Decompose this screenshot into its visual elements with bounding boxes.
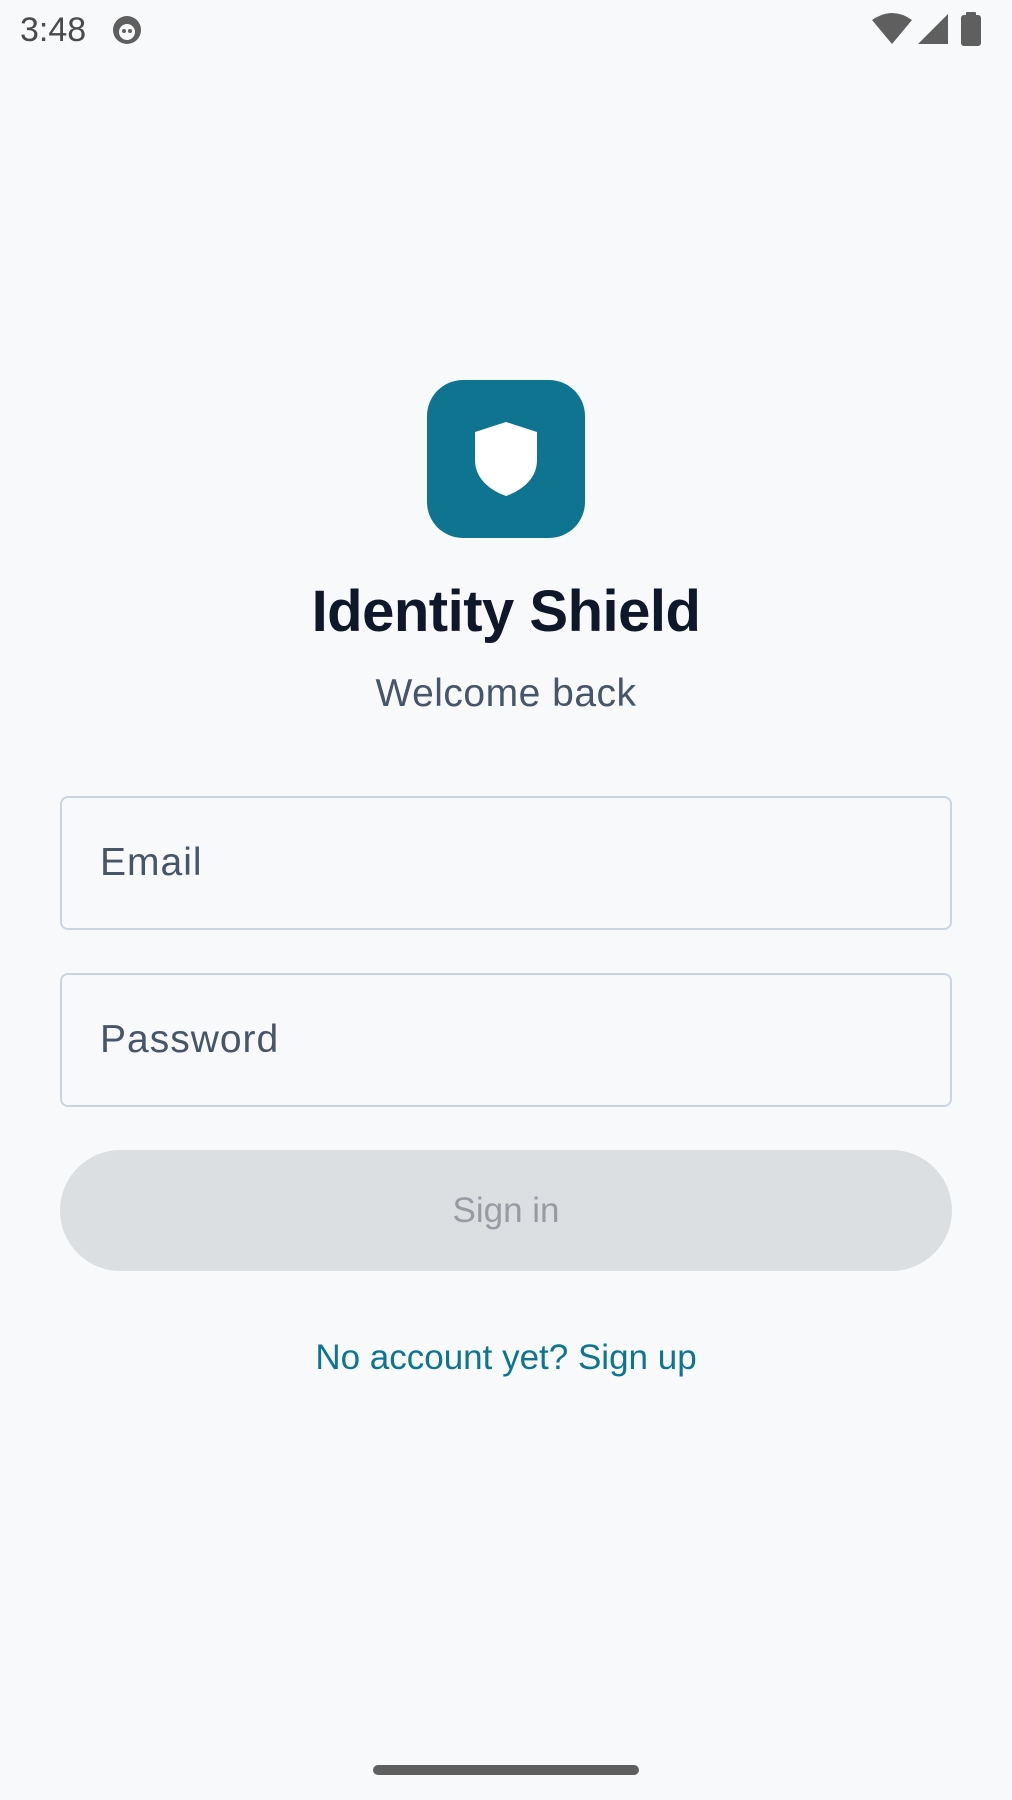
sign-up-link[interactable]: No account yet? Sign up bbox=[0, 1338, 1012, 1378]
email-field-container bbox=[60, 796, 952, 930]
email-field[interactable] bbox=[62, 798, 950, 928]
app-notification-icon bbox=[111, 14, 143, 46]
password-field[interactable] bbox=[62, 975, 950, 1105]
shield-icon bbox=[475, 422, 537, 496]
cellular-signal-icon bbox=[918, 14, 948, 44]
welcome-subtitle: Welcome back bbox=[375, 672, 637, 715]
status-time: 3:48 bbox=[20, 11, 87, 49]
app-logo bbox=[427, 380, 585, 538]
battery-icon bbox=[961, 12, 981, 46]
status-icons bbox=[872, 12, 1012, 48]
sign-in-button[interactable]: Sign in bbox=[60, 1150, 952, 1271]
home-indicator[interactable] bbox=[373, 1765, 639, 1775]
wifi-icon bbox=[872, 13, 912, 44]
app-title: Identity Shield bbox=[311, 579, 701, 644]
status-bar: 3:48 bbox=[0, 0, 1012, 60]
password-field-container bbox=[60, 973, 952, 1107]
